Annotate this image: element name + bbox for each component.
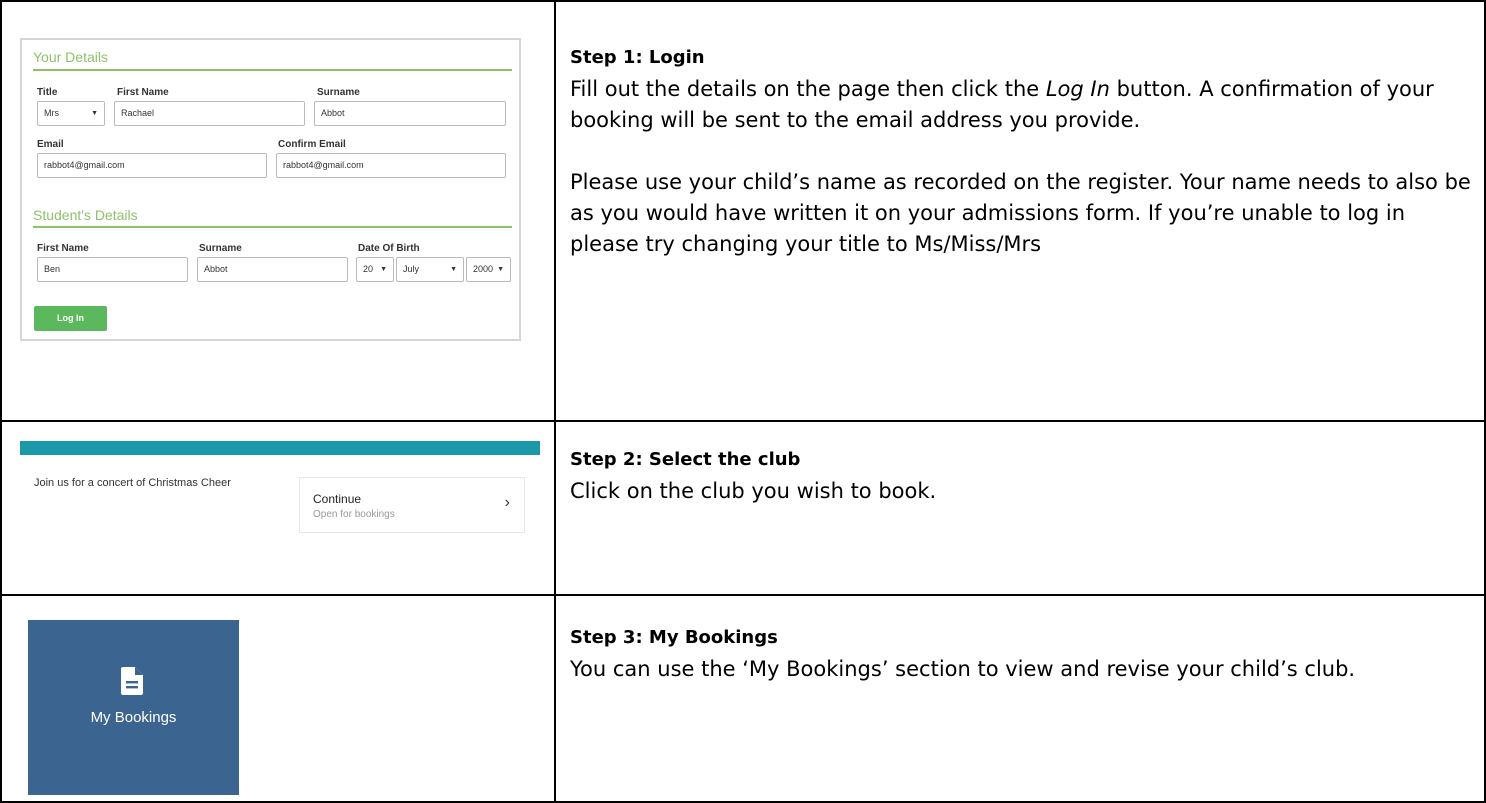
my-bookings-tile[interactable]: My Bookings xyxy=(28,620,239,795)
email-label: Email xyxy=(37,139,64,150)
students-details-rule xyxy=(33,226,512,228)
dob-year-value: 2000 xyxy=(473,264,494,274)
step-1-title: Step 1: Login xyxy=(570,47,705,68)
student-first-name-label: First Name xyxy=(37,243,89,254)
title-select-value: Mrs xyxy=(44,108,59,118)
table-row-divider-1 xyxy=(0,420,1486,422)
dob-label: Date Of Birth xyxy=(358,243,420,254)
caret-down-icon: ▼ xyxy=(497,266,504,273)
step-1-paragraph-1: Fill out the details on the page then cl… xyxy=(570,74,1475,136)
title-select[interactable]: Mrs ▼ xyxy=(37,101,105,126)
first-name-input[interactable]: Rachael xyxy=(114,101,305,126)
dob-month-value: July xyxy=(403,264,420,274)
table-border-top xyxy=(0,0,1486,2)
club-continue-card[interactable]: Continue Open for bookings › xyxy=(299,477,525,533)
table-row-divider-2 xyxy=(0,594,1486,596)
caret-down-icon: ▼ xyxy=(91,110,98,117)
step-1-cell: Step 1: Login Fill out the details on th… xyxy=(570,46,1475,260)
student-first-name-input[interactable]: Ben xyxy=(37,257,188,282)
your-details-heading: Your Details xyxy=(33,49,108,65)
login-form: Your Details Title Mrs ▼ First Name Rach… xyxy=(20,38,521,341)
instructions-table: Your Details Title Mrs ▼ First Name Rach… xyxy=(0,0,1486,803)
dob-day-value: 20 xyxy=(363,264,374,274)
club-description: Join us for a concert of Christmas Cheer xyxy=(34,477,231,489)
dob-day-select[interactable]: 20 ▼ xyxy=(356,257,394,282)
step-1-text-a: Fill out the details on the page then cl… xyxy=(570,77,1046,101)
surname-input[interactable]: Abbot xyxy=(314,101,506,126)
caret-down-icon: ▼ xyxy=(380,266,387,273)
step-2-cell: Step 2: Select the club Click on the clu… xyxy=(570,448,1475,507)
student-surname-input[interactable]: Abbot xyxy=(197,257,348,282)
club-continue-title: Continue xyxy=(313,492,362,506)
first-name-label: First Name xyxy=(117,87,169,98)
table-column-divider xyxy=(554,0,556,803)
step-1-paragraph-2: Please use your child’s name as recorded… xyxy=(570,170,1471,256)
step-2-body: Click on the club you wish to book. xyxy=(570,479,937,503)
club-status: Open for bookings xyxy=(313,509,395,520)
dob-month-select[interactable]: July ▼ xyxy=(396,257,464,282)
document-icon xyxy=(121,667,143,695)
student-surname-label: Surname xyxy=(199,243,242,254)
step-3-title: Step 3: My Bookings xyxy=(570,627,778,648)
step-3-body: You can use the ‘My Bookings’ section to… xyxy=(570,657,1356,681)
caret-down-icon: ▼ xyxy=(450,266,457,273)
table-border-left xyxy=(0,0,2,803)
chevron-right-icon: › xyxy=(504,494,510,511)
my-bookings-label: My Bookings xyxy=(90,709,177,726)
email-input[interactable]: rabbot4@gmail.com xyxy=(37,153,267,178)
dob-year-select[interactable]: 2000 ▼ xyxy=(466,257,511,282)
confirm-email-input[interactable]: rabbot4@gmail.com xyxy=(276,153,506,178)
step-2-title: Step 2: Select the club xyxy=(570,449,801,470)
surname-label: Surname xyxy=(317,87,360,98)
log-in-button[interactable]: Log In xyxy=(34,306,107,331)
step-1-log-in-emphasis: Log In xyxy=(1045,77,1110,101)
confirm-email-label: Confirm Email xyxy=(278,139,346,150)
students-details-heading: Student's Details xyxy=(33,207,138,223)
step-1-body: Fill out the details on the page then cl… xyxy=(570,74,1475,260)
title-label: Title xyxy=(37,87,58,98)
your-details-rule xyxy=(33,69,512,71)
club-header-bar xyxy=(20,441,540,455)
step-3-cell: Step 3: My Bookings You can use the ‘My … xyxy=(570,626,1475,685)
